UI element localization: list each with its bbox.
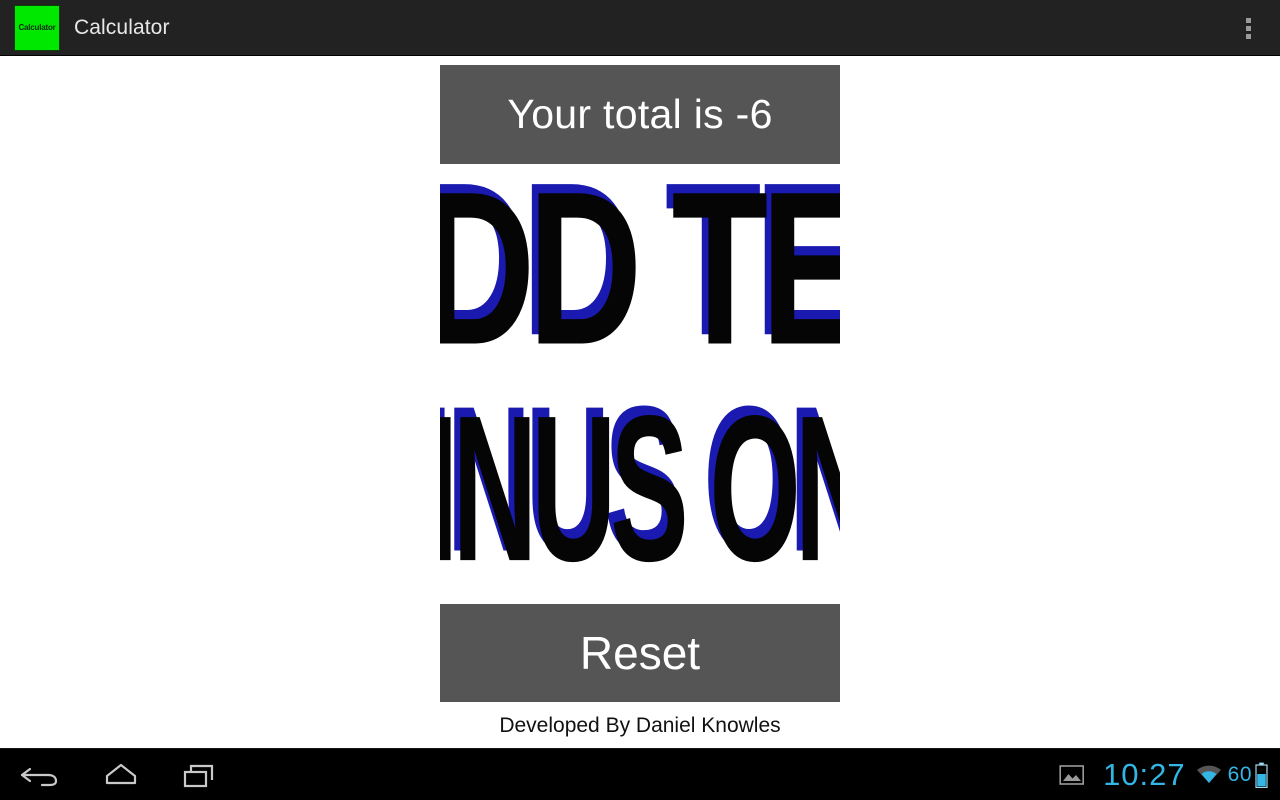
minus-one-wordart: MINUS ONE MINUS ONE bbox=[440, 388, 840, 588]
back-arrow-icon bbox=[20, 767, 58, 787]
app-content: Your total is -6 ADD TEN ADD TEN MINUS O… bbox=[0, 56, 1280, 748]
status-clock: 10:27 bbox=[1103, 756, 1186, 792]
total-display: Your total is -6 bbox=[440, 65, 840, 164]
minus-one-button[interactable]: MINUS ONE MINUS ONE bbox=[440, 388, 840, 588]
status-icons: 10:27 60 bbox=[1059, 749, 1280, 800]
battery-icon bbox=[1255, 762, 1268, 788]
app-icon: Calculator bbox=[14, 4, 60, 51]
reset-button-label: Reset bbox=[579, 627, 701, 679]
action-bar: Calculator Calculator bbox=[0, 0, 1280, 56]
more-options-icon[interactable] bbox=[1234, 14, 1262, 42]
add-ten-button[interactable]: ADD TEN ADD TEN bbox=[440, 168, 840, 370]
recents-icon bbox=[183, 764, 214, 788]
dot bbox=[1245, 17, 1251, 23]
content-column: Your total is -6 ADD TEN ADD TEN MINUS O… bbox=[440, 56, 840, 738]
total-text: Your total is -6 bbox=[507, 91, 773, 137]
developer-credit: Developed By Daniel Knowles bbox=[499, 714, 781, 737]
recents-button[interactable] bbox=[178, 759, 224, 791]
add-ten-label: ADD TEN bbox=[440, 168, 840, 370]
page-title: Calculator bbox=[74, 15, 170, 39]
battery-percent: 60 bbox=[1227, 763, 1252, 786]
screenshot-icon[interactable] bbox=[1059, 764, 1085, 786]
reset-button[interactable]: Reset bbox=[440, 604, 840, 702]
home-icon bbox=[105, 763, 137, 785]
system-navigation-bar: 10:27 60 bbox=[0, 748, 1280, 800]
back-button[interactable] bbox=[18, 759, 64, 791]
app-icon-label: Calculator bbox=[18, 22, 56, 32]
home-button[interactable] bbox=[98, 759, 144, 791]
android-screen: Calculator Calculator Your total is -6 A… bbox=[0, 0, 1280, 800]
dot bbox=[1245, 25, 1251, 31]
minus-one-label: MINUS ONE bbox=[440, 388, 840, 588]
dot bbox=[1245, 33, 1251, 39]
wifi-icon bbox=[1196, 765, 1221, 783]
add-ten-wordart: ADD TEN ADD TEN bbox=[440, 168, 840, 370]
